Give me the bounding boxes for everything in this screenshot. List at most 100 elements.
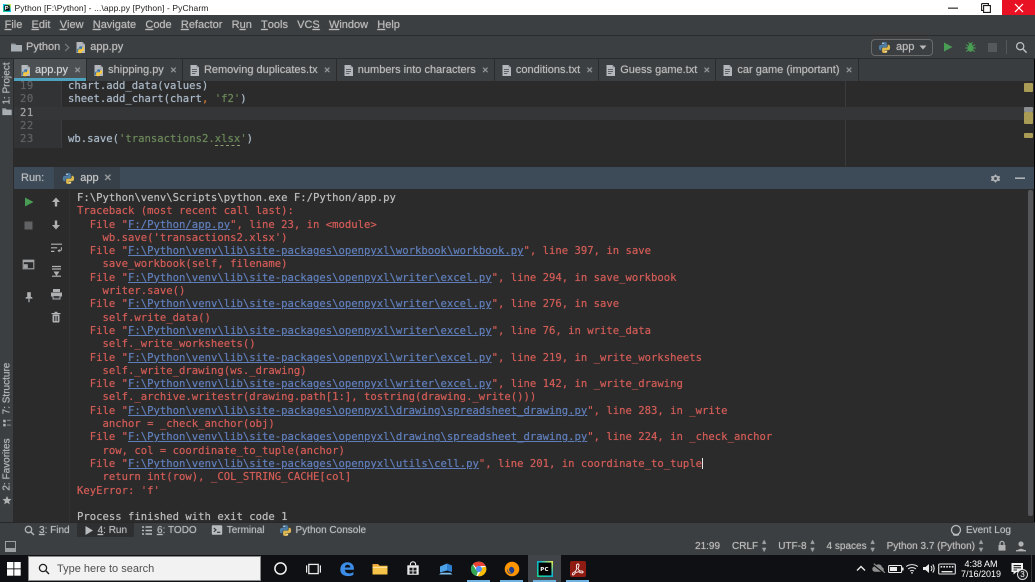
taskbar-acrobat-button[interactable]: [561, 555, 594, 582]
tab-close-icon[interactable]: ✕: [74, 65, 81, 76]
editor-tab-removing-duplicates-tx[interactable]: Removing duplicates.tx ✕: [182, 59, 337, 81]
menu-file[interactable]: File: [0, 15, 27, 35]
console-scrollbar-thumb[interactable]: [1028, 190, 1033, 516]
menu-refactor[interactable]: Refactor: [176, 15, 227, 35]
editor-line-22[interactable]: 22: [14, 120, 1034, 133]
menu-view[interactable]: View: [55, 15, 88, 35]
editor[interactable]: 19 chart.add_data(values) 20 sheet.add_char…: [14, 81, 1034, 166]
toolwindow-toggle-icon[interactable]: [5, 540, 16, 552]
run-tab-close-icon[interactable]: ✕: [104, 173, 112, 184]
taskbar-clock[interactable]: 4:38 AM 7/16/2019: [957, 559, 1005, 579]
run-console[interactable]: F:\Python\venv\Scripts\python.exe F:/Pyt…: [70, 189, 1034, 522]
stop-button[interactable]: [981, 37, 1003, 57]
editor-tab-car-game-important-[interactable]: car game (important) ✕: [716, 59, 859, 81]
tool-button-3-find[interactable]: 3: Find: [17, 523, 77, 537]
status-line-separator[interactable]: CRLF ▴ ▾: [732, 538, 766, 554]
stack-trace-link[interactable]: F:/Python/app.py: [128, 219, 230, 231]
stop-button-disabled[interactable]: [21, 217, 37, 233]
menu-edit[interactable]: Edit: [27, 15, 55, 35]
taskbar-pycharm-button[interactable]: PC: [528, 555, 561, 582]
rerun-button[interactable]: [21, 194, 37, 210]
editor-tab-app-py[interactable]: app.py ✕: [14, 59, 88, 81]
editor-line-23[interactable]: 23 wb.save('transactions2.xlsx'): [14, 133, 1034, 147]
tab-close-icon[interactable]: ✕: [170, 65, 177, 76]
tray-volume-icon[interactable]: [920, 555, 937, 582]
tool-button-structure[interactable]: 7: Structure: [0, 358, 14, 433]
taskbar-edge-button[interactable]: [330, 555, 363, 582]
window-minimize-button[interactable]: [936, 0, 969, 15]
menu-help[interactable]: Help: [373, 15, 405, 35]
menu-run[interactable]: Run: [227, 15, 256, 35]
tab-close-icon[interactable]: ✕: [482, 65, 489, 76]
start-button[interactable]: [0, 555, 28, 582]
restore-layout-button[interactable]: [21, 256, 37, 272]
search-everywhere-button[interactable]: [1010, 37, 1032, 57]
window-close-button[interactable]: [1002, 0, 1035, 15]
stack-trace-link[interactable]: F:\Python\venv\lib\site-packages\openpyx…: [128, 352, 492, 364]
tab-close-icon[interactable]: ✕: [846, 65, 853, 76]
hide-panel-icon[interactable]: [1014, 172, 1026, 184]
tool-button-4-run[interactable]: 4: Run: [76, 523, 135, 537]
taskbar-search-box[interactable]: Type here to search: [28, 556, 261, 581]
editor-line-21[interactable]: 21: [14, 106, 1034, 120]
stack-trace-link[interactable]: F:\Python\venv\lib\site-packages\openpyx…: [128, 431, 587, 443]
stack-trace-link[interactable]: F:\Python\venv\lib\site-packages\openpyx…: [128, 325, 492, 337]
soft-wrap-button[interactable]: [48, 240, 64, 256]
notification-center-button[interactable]: 3: [1005, 555, 1031, 582]
editor-tab-shipping-py[interactable]: shipping.py ✕: [87, 59, 183, 81]
scroll-to-end-button[interactable]: [48, 263, 64, 279]
run-configuration-selector[interactable]: app: [871, 38, 933, 56]
status-caret-position[interactable]: 21:99: [695, 541, 720, 552]
editor-line-20[interactable]: 20 sheet.add_chart(chart, 'f2'): [14, 93, 1034, 106]
tool-button-event-log[interactable]: Event Log: [950, 524, 1035, 536]
taskbar-firefox-button[interactable]: [495, 555, 528, 582]
down-stack-trace-button[interactable]: [48, 217, 64, 233]
taskbar-task-view-button[interactable]: [297, 555, 330, 582]
status-encoding[interactable]: UTF-8 ▴ ▾: [778, 538, 814, 554]
debug-button[interactable]: [959, 37, 981, 57]
clear-console-button[interactable]: [48, 309, 64, 325]
up-stack-trace-button[interactable]: [48, 194, 64, 210]
show-desktop-button[interactable]: [1031, 555, 1035, 582]
breadcrumb-app-py[interactable]: app.py: [74, 41, 123, 54]
taskbar-connect-button[interactable]: [429, 555, 462, 582]
menu-window[interactable]: Window: [324, 15, 372, 35]
tray-battery-icon[interactable]: [887, 555, 904, 582]
stack-trace-link[interactable]: F:\Python\venv\lib\site-packages\openpyx…: [128, 378, 492, 390]
editor-tab-guess-game-txt[interactable]: Guess game.txt ✕: [599, 59, 717, 81]
taskbar-chrome-button[interactable]: [462, 555, 495, 582]
stack-trace-link[interactable]: F:\Python\venv\lib\site-packages\openpyx…: [128, 298, 492, 310]
tool-button-favorites[interactable]: 2: Favorites: [0, 433, 14, 511]
tab-close-icon[interactable]: ✕: [586, 65, 593, 76]
tray-onedrive-icon[interactable]: [869, 555, 887, 582]
editor-tab-numbers-into-characters[interactable]: numbers into characters ✕: [336, 59, 495, 81]
tray-touch-keyboard-icon[interactable]: [937, 555, 957, 582]
window-maximize-button[interactable]: [969, 0, 1002, 15]
menu-vcs[interactable]: VC S: [293, 15, 325, 35]
tab-close-icon[interactable]: ✕: [703, 65, 710, 76]
stack-trace-link[interactable]: F:\Python\venv\lib\site-packages\openpyx…: [128, 405, 587, 417]
taskbar-file-explorer-button[interactable]: [363, 555, 396, 582]
editor-line-19[interactable]: 19 chart.add_data(values): [14, 81, 1034, 93]
editor-tab-conditions-txt[interactable]: conditions.txt ✕: [494, 59, 600, 81]
highlighting-level-icon[interactable]: [1015, 540, 1027, 552]
breadcrumb-python[interactable]: Python: [10, 41, 60, 53]
run-button[interactable]: [937, 37, 959, 57]
menu-code[interactable]: Code: [141, 15, 177, 35]
tool-button-project[interactable]: 1: Project: [0, 60, 14, 122]
tray-chevron-up-icon[interactable]: [853, 555, 869, 582]
print-button[interactable]: [48, 286, 64, 302]
tool-button-python-console[interactable]: Python Console: [272, 523, 374, 537]
taskbar-store-button[interactable]: [396, 555, 429, 582]
status-interpreter[interactable]: Python 3.7 (Python) ▴ ▾: [887, 538, 983, 554]
stack-trace-link[interactable]: F:\Python\venv\lib\site-packages\openpyx…: [128, 272, 492, 284]
tool-button-6-todo[interactable]: 6: TODO: [134, 523, 204, 537]
run-tab-app[interactable]: app ✕: [54, 167, 120, 189]
tool-button-terminal[interactable]: Terminal: [204, 523, 272, 537]
settings-gear-icon[interactable]: [989, 172, 1002, 185]
taskbar-cortana-button[interactable]: [264, 555, 297, 582]
pin-tab-button[interactable]: [21, 289, 37, 305]
stack-trace-link[interactable]: F:\Python\venv\lib\site-packages\openpyx…: [128, 458, 479, 470]
status-indent[interactable]: 4 spaces ▴ ▾: [827, 538, 875, 554]
menu-tools[interactable]: Tools: [256, 15, 292, 35]
